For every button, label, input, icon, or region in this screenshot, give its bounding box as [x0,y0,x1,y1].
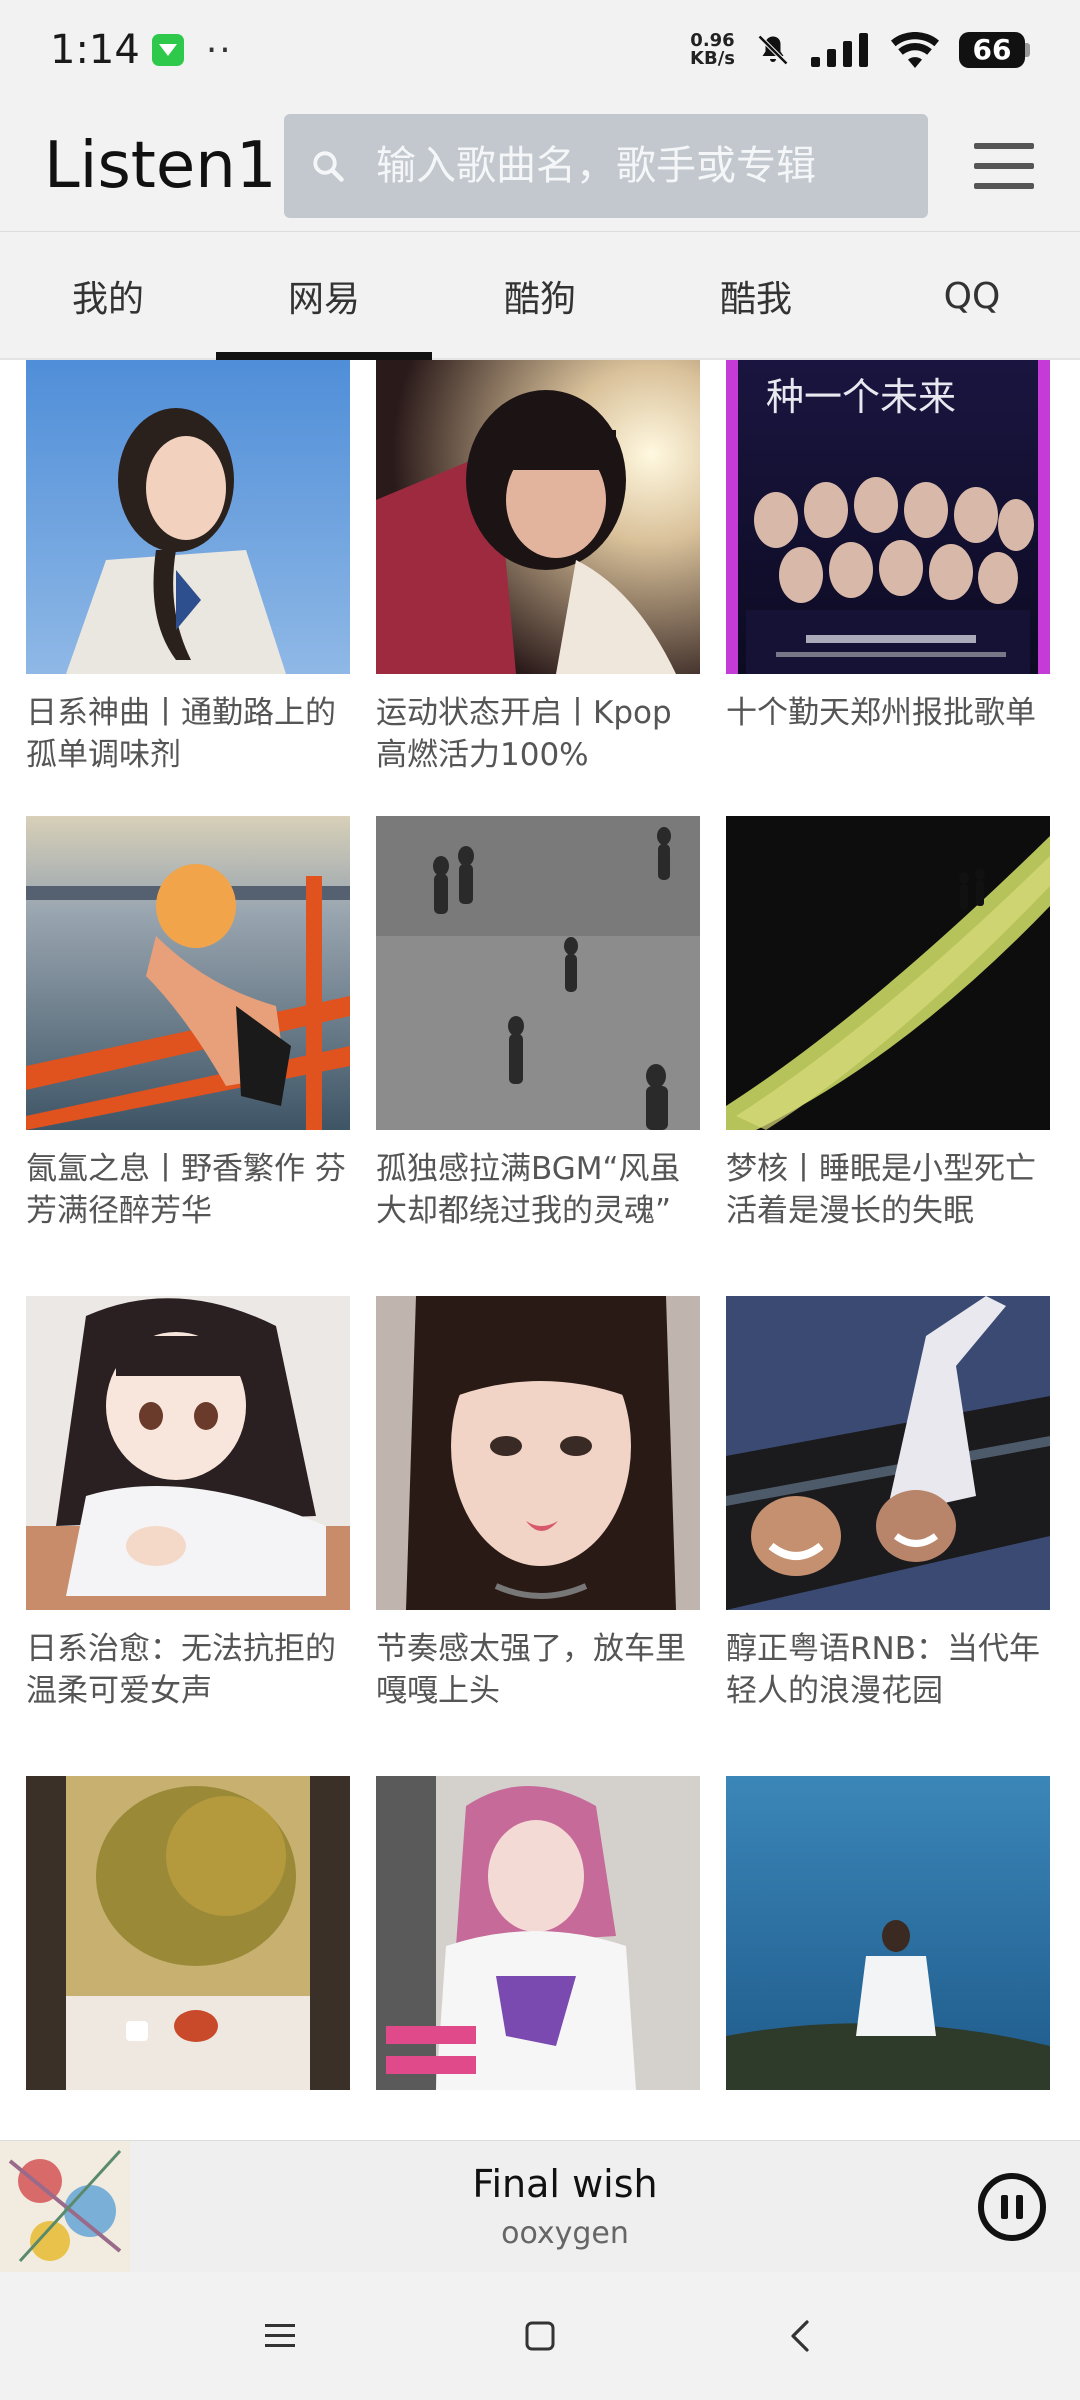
pause-bar-right [1016,2195,1023,2219]
playlist-title: 节奏感太强了，放车里嘎嘎上头 [376,1631,686,1709]
now-playing-title: Final wish [472,2162,658,2206]
battery-level: 66 [959,32,1025,68]
status-bar: 1:14 ·· 0.96 KB/s 66 [0,0,1080,100]
playlist-title: 日系神曲丨通勤路上的孤单调味剂 [26,695,336,773]
playlist-cover [376,1296,700,1610]
net-speed-unit: KB/s [690,48,735,69]
system-nav-bar [0,2272,1080,2400]
back-nav-icon[interactable] [780,2316,820,2356]
menu-button[interactable] [974,142,1034,189]
pause-icon[interactable] [978,2173,1046,2241]
playlist-card[interactable]: 种一个未来 十个勤天郑州报批歌单 [726,360,1050,776]
playlist-card[interactable]: 氤氲之息丨野香繁作 芬芳满径醉芳华 [26,816,350,1232]
playlist-grid: 日系神曲丨通勤路上的孤单调味剂 运动状态开启丨Kpop高燃活力100% 种一个未… [0,360,1080,2140]
menu-nav-icon[interactable] [260,2316,300,2356]
playlist-cover [376,360,700,674]
playlist-card[interactable] [726,1776,1050,2140]
playlist-card[interactable]: 梦核丨睡眠是小型死亡 活着是漫长的失眠 [726,816,1050,1232]
playlist-cover: 种一个未来 [726,360,1050,674]
tab-netease[interactable]: 网易 [216,232,432,360]
playlist-cover [726,816,1050,1130]
playlist-cover [726,1296,1050,1610]
net-speed: 0.96 KB/s [690,32,735,68]
playlist-cover [376,816,700,1130]
tab-kugou[interactable]: 酷狗 [432,232,648,360]
battery-icon: 66 [959,32,1030,68]
status-time: 1:14 [50,27,140,73]
playlist-title: 醇正粤语RNB：当代年轻人的浪漫花园 [726,1631,1040,1709]
playlist-title: 十个勤天郑州报批歌单 [726,695,1036,731]
playlist-title: 日系治愈：无法抗拒的温柔可爱女声 [26,1631,336,1709]
status-dots: ·· [205,29,233,71]
playlist-title [26,2108,350,2140]
playlist-card[interactable]: 日系治愈：无法抗拒的温柔可爱女声 [26,1296,350,1712]
playlist-card[interactable]: 孤独感拉满BGM“风虽大却都绕过我的灵魂” [376,816,700,1232]
playlist-cover [26,360,350,674]
playlist-card[interactable] [376,1776,700,2140]
tab-kuwo[interactable]: 酷我 [648,232,864,360]
playlist-card[interactable]: 节奏感太强了，放车里嘎嘎上头 [376,1296,700,1712]
playlist-card[interactable]: 运动状态开启丨Kpop高燃活力100% [376,360,700,776]
menu-bar-3 [974,182,1034,189]
playlist-title: 运动状态开启丨Kpop高燃活力100% [376,695,672,773]
search-box[interactable] [284,113,928,218]
playlist-title: 梦核丨睡眠是小型死亡 活着是漫长的失眠 [726,1151,1036,1229]
tab-qq[interactable]: QQ [864,232,1080,360]
app-title: Listen1 [44,128,277,203]
menu-bar-2 [974,162,1034,169]
playlist-cover [26,1296,350,1610]
tab-mine[interactable]: 我的 [0,232,216,360]
menu-bar-1 [974,142,1034,149]
svg-text:种一个未来: 种一个未来 [766,375,956,419]
source-tabs: 我的 网易 酷狗 酷我 QQ [0,232,1080,360]
mute-bell-icon [757,34,789,66]
playlist-title: 氤氲之息丨野香繁作 芬芳满径醉芳华 [26,1151,346,1229]
wifi-icon [891,32,939,68]
status-right: 0.96 KB/s 66 [690,32,1030,68]
now-playing-info: Final wish ooxygen [130,2162,1000,2251]
app-notification-icon [151,34,184,66]
playlist-cover [726,1776,1050,2090]
now-playing-bar[interactable]: Final wish ooxygen [0,2140,1080,2273]
search-icon [313,150,344,182]
app-header: Listen1 [0,100,1080,232]
search-input[interactable] [376,142,916,189]
playlist-card[interactable]: 醇正粤语RNB：当代年轻人的浪漫花园 [726,1296,1050,1712]
playlist-cover [26,1776,350,2090]
battery-cap [1025,43,1030,57]
now-playing-cover[interactable] [0,2140,130,2273]
playlist-title [376,2108,700,2140]
playlist-cover [26,816,350,1130]
pause-bar-left [1001,2195,1008,2219]
playlist-title: 孤独感拉满BGM“风虽大却都绕过我的灵魂” [376,1151,681,1229]
home-nav-icon[interactable] [520,2316,560,2356]
playlist-title [726,2108,1050,2140]
signal-icon [811,33,868,67]
playlist-card[interactable] [26,1776,350,2140]
screen: 1:14 ·· 0.96 KB/s 66 Listen1 输入歌曲名，歌手或专辑… [0,0,1080,2400]
now-playing-artist: ooxygen [501,2216,629,2251]
playlist-cover [376,1776,700,2090]
playlist-card[interactable]: 日系神曲丨通勤路上的孤单调味剂 [26,360,350,776]
